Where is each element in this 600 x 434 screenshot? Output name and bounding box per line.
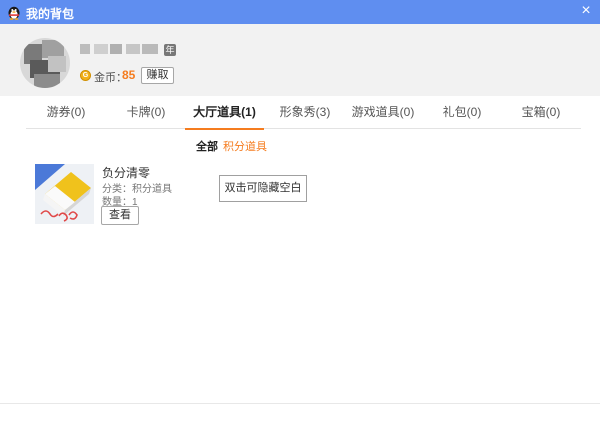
close-icon: × <box>581 2 591 19</box>
gold-value: 85 <box>122 68 136 82</box>
hint-tooltip: 双击可隐藏空白 <box>219 175 307 202</box>
profile-header: 年 G 金币： 85 赚取 <box>0 24 600 96</box>
window-title: 我的背包 <box>26 7 75 21</box>
subfilter-bar: 全部 积分道具 <box>0 138 600 154</box>
tab-avatar-show[interactable]: 形象秀(3) <box>277 96 333 129</box>
year-badge: 年 <box>164 44 176 56</box>
title-bar: 我的背包 × <box>0 0 600 24</box>
close-button[interactable]: × <box>572 0 600 24</box>
filter-points-items[interactable]: 积分道具 <box>223 138 267 154</box>
qq-penguin-icon <box>8 6 20 20</box>
filter-all[interactable]: 全部 <box>196 138 218 154</box>
list-item: 负分清零 分类：积分道具 数量：1 查看 <box>35 164 175 226</box>
tab-game-items[interactable]: 游戏道具(0) <box>348 96 418 129</box>
nickname-obscured <box>80 42 160 56</box>
eraser-icon <box>35 164 94 224</box>
item-thumbnail[interactable] <box>35 164 94 224</box>
tab-coupons[interactable]: 游券(0) <box>42 96 90 129</box>
item-name: 负分清零 <box>102 166 151 180</box>
earn-button[interactable]: 赚取 <box>141 67 174 84</box>
tab-cards[interactable]: 卡牌(0) <box>122 96 170 129</box>
avatar[interactable] <box>20 38 70 88</box>
view-button[interactable]: 查看 <box>101 206 139 225</box>
tab-bar: 游券(0) 卡牌(0) 大厅道具(1) 形象秀(3) 游戏道具(0) 礼包(0)… <box>26 96 581 130</box>
gold-coin-icon: G <box>80 70 91 81</box>
tab-gift-packs[interactable]: 礼包(0) <box>438 96 486 129</box>
tab-lobby-items[interactable]: 大厅道具(1) <box>185 96 264 130</box>
tab-chests[interactable]: 宝箱(0) <box>517 96 565 129</box>
footer-divider <box>0 403 600 404</box>
